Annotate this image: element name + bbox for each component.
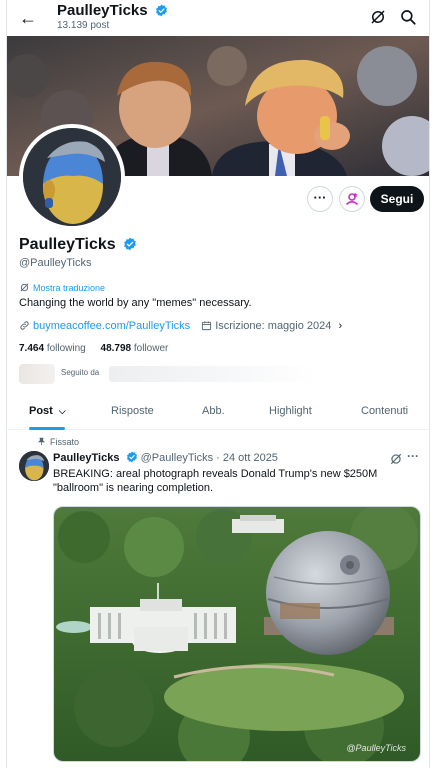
tweet-header: PaulleyTicks @PaulleyTicks · 24 ott 2025 bbox=[53, 451, 278, 464]
top-bar: ← PaulleyTicks 13.139 post bbox=[7, 0, 429, 36]
tweet-more-button[interactable]: ··· bbox=[407, 449, 419, 463]
verified-badge-icon bbox=[155, 4, 167, 17]
subscribe-icon bbox=[345, 192, 359, 206]
tab-likes[interactable]: Abb. bbox=[202, 405, 225, 417]
followed-by-label: Seguito da bbox=[61, 368, 100, 377]
tab-post[interactable]: Post ⌵ bbox=[29, 405, 66, 417]
tweet-separator: · bbox=[216, 452, 220, 464]
tweet-text: BREAKING: areal photograph reveals Donal… bbox=[53, 468, 378, 494]
follow-stats: 7.464 following 48.798 follower bbox=[19, 343, 168, 354]
followers-link[interactable]: 48.798 follower bbox=[101, 343, 169, 354]
grok-icon[interactable] bbox=[389, 452, 403, 466]
subscribe-button[interactable] bbox=[339, 186, 365, 212]
tab-media[interactable]: Contenuti bbox=[361, 405, 408, 417]
verified-badge-icon bbox=[126, 451, 137, 463]
following-count: 7.464 bbox=[19, 343, 45, 354]
following-label: following bbox=[46, 343, 86, 354]
join-date: Iscrizione: maggio 2024 bbox=[215, 320, 332, 332]
grok-icon[interactable] bbox=[369, 8, 387, 26]
followed-by-avatars bbox=[19, 364, 55, 384]
profile-name: PaulleyTicks bbox=[19, 236, 137, 254]
tab-post-label: Post bbox=[29, 405, 53, 417]
link-icon bbox=[20, 321, 29, 330]
active-tab-indicator bbox=[29, 427, 65, 430]
search-icon[interactable] bbox=[399, 8, 417, 26]
tweet-image[interactable]: @PaulleyTicks bbox=[53, 506, 421, 762]
grok-icon bbox=[20, 283, 29, 292]
profile-page: ← PaulleyTicks 13.139 post ··· Segui Pau… bbox=[6, 0, 430, 768]
arrow-left-icon[interactable]: ← bbox=[17, 8, 39, 28]
chevron-right-icon[interactable]: › bbox=[338, 320, 342, 332]
followers-count: 48.798 bbox=[100, 343, 132, 354]
profile-bio: Changing the world by any "memes" necess… bbox=[19, 297, 252, 309]
show-translation-link[interactable]: Mostra traduzione bbox=[19, 282, 105, 293]
website-link[interactable]: buymeacoffee.com/PaulleyTicks bbox=[33, 320, 190, 332]
pinned-indicator: Fissato bbox=[37, 437, 79, 447]
profile-display-name: PaulleyTicks bbox=[19, 236, 116, 253]
profile-tabs: Post ⌵ Risposte Abb. Highlight Contenuti bbox=[7, 396, 429, 430]
header-title: PaulleyTicks bbox=[57, 2, 168, 19]
followers-label: follower bbox=[133, 343, 169, 354]
profile-meta: buymeacoffee.com/PaulleyTicks Iscrizione… bbox=[19, 320, 342, 332]
pin-icon bbox=[37, 437, 46, 446]
tweet-author-handle[interactable]: @PaulleyTicks bbox=[141, 452, 214, 464]
image-watermark: @PaulleyTicks bbox=[346, 743, 406, 753]
profile-avatar[interactable] bbox=[19, 124, 125, 230]
follow-button[interactable]: Segui bbox=[370, 186, 424, 212]
tab-highlights[interactable]: Highlight bbox=[269, 405, 312, 417]
post-count: 13.139 post bbox=[57, 20, 110, 31]
header-name: PaulleyTicks bbox=[57, 2, 148, 19]
show-translation-label: Mostra traduzione bbox=[33, 283, 106, 293]
tweet-author-avatar[interactable] bbox=[19, 451, 49, 481]
verified-badge-icon[interactable] bbox=[123, 237, 137, 251]
tab-replies[interactable]: Risposte bbox=[111, 405, 154, 417]
calendar-icon bbox=[202, 321, 212, 331]
chevron-down-icon: ⌵ bbox=[58, 406, 66, 416]
tweet-date[interactable]: 24 ott 2025 bbox=[223, 452, 278, 464]
following-link[interactable]: 7.464 following bbox=[19, 343, 86, 354]
followed-by-names bbox=[109, 366, 317, 382]
pinned-label: Fissato bbox=[50, 437, 80, 447]
tweet-author-name[interactable]: PaulleyTicks bbox=[53, 452, 119, 464]
followed-by[interactable]: Seguito da bbox=[19, 364, 319, 386]
profile-handle: @PaulleyTicks bbox=[19, 257, 92, 269]
more-options-button[interactable]: ··· bbox=[307, 186, 333, 212]
